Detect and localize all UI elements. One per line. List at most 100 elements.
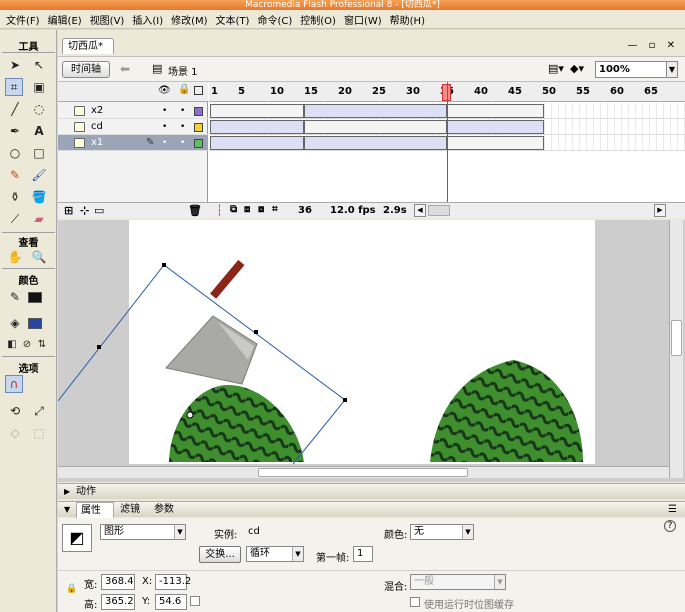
transform-handle[interactable]	[162, 263, 166, 267]
fill-color-icon[interactable]: ◈	[6, 314, 24, 332]
chevron-down-icon[interactable]: ▼	[462, 525, 473, 539]
menu-commands[interactable]: 命令(C)	[253, 12, 296, 27]
runtime-bitmap-checkbox[interactable]	[410, 597, 420, 607]
tween-span[interactable]	[447, 120, 544, 134]
scroll-right-icon[interactable]: ▶	[654, 204, 666, 217]
stage-hscroll[interactable]	[58, 466, 671, 478]
stage-artwork[interactable]	[58, 220, 685, 482]
height-input[interactable]: 365.2	[101, 594, 135, 610]
add-folder-icon[interactable]: ▭	[94, 204, 104, 217]
lock-dot[interactable]: •	[180, 135, 185, 151]
transform-handle[interactable]	[97, 345, 101, 349]
frame-rate[interactable]: 12.0 fps	[330, 205, 376, 216]
chevron-down-icon[interactable]: ▼	[174, 525, 185, 539]
tab-properties[interactable]: 属性	[76, 502, 114, 518]
tween-span[interactable]	[304, 136, 447, 150]
line-tool-icon[interactable]: ╱	[6, 100, 24, 118]
rectangle-tool-icon[interactable]: □	[30, 144, 48, 162]
menu-edit[interactable]: 编辑(E)	[44, 12, 86, 27]
timeline-toggle-button[interactable]: 时间轴	[62, 61, 110, 78]
free-transform-tool-icon[interactable]: ⌗	[5, 78, 23, 96]
frame-span[interactable]	[447, 104, 544, 118]
add-guide-layer-icon[interactable]: ⊹	[80, 204, 89, 217]
frame-span[interactable]	[447, 136, 544, 150]
stage-workspace[interactable]	[58, 220, 685, 482]
layer-color-swatch[interactable]	[194, 139, 203, 148]
menu-text[interactable]: 文本(T)	[212, 12, 254, 27]
fill-transform-tool-icon[interactable]: ▣	[30, 78, 48, 96]
pen-tool-icon[interactable]: ✒	[6, 122, 24, 140]
symbol-type-select[interactable]: 图形 ▼	[100, 524, 186, 540]
panel-menu-icon[interactable]: ☰	[668, 502, 677, 517]
tab-filters[interactable]: 滤镜	[120, 502, 140, 518]
frame-span[interactable]	[304, 120, 447, 134]
tween-span[interactable]	[210, 136, 304, 150]
onion-outline-icon[interactable]: ⧈	[244, 204, 250, 215]
actions-panel-header[interactable]: ▶ 动作	[58, 483, 685, 499]
eye-icon[interactable]: 👁	[158, 85, 171, 96]
transform-handle[interactable]	[254, 330, 258, 334]
chevron-down-icon[interactable]: ▼	[64, 502, 70, 517]
chevron-down-icon[interactable]: ▼	[666, 61, 678, 78]
help-icon[interactable]: ?	[664, 520, 676, 532]
menu-modify[interactable]: 修改(M)	[167, 12, 211, 27]
add-layer-icon[interactable]: ⊞	[64, 204, 73, 217]
menu-control[interactable]: 控制(O)	[296, 12, 340, 27]
oval-tool-icon[interactable]: ○	[6, 144, 24, 162]
lock-aspect-icon[interactable]: 🔒	[66, 584, 77, 594]
text-tool-icon[interactable]: A	[30, 122, 48, 140]
first-frame-input[interactable]: 1	[353, 546, 373, 562]
menu-window[interactable]: 窗口(W)	[340, 12, 386, 27]
stroke-color-swatch[interactable]	[28, 292, 42, 303]
subselection-tool-icon[interactable]: ↖	[30, 56, 48, 74]
edit-symbol-icon[interactable]: ◆▾	[570, 62, 584, 75]
loop-mode-select[interactable]: 循环 ▼	[246, 546, 304, 562]
onion-skin-icon[interactable]: ⧉	[230, 204, 237, 215]
lock-dot[interactable]: •	[180, 103, 185, 119]
tween-span[interactable]	[304, 104, 447, 118]
edit-multiple-icon[interactable]: ⧇	[258, 204, 264, 215]
hscroll-thumb[interactable]	[258, 468, 468, 477]
menu-file[interactable]: 文件(F)	[2, 12, 44, 27]
menu-view[interactable]: 视图(V)	[86, 12, 129, 27]
swap-colors-icon[interactable]: ⇅	[33, 335, 51, 353]
transform-handle[interactable]	[343, 398, 347, 402]
snap-magnet-icon[interactable]: ∩	[5, 375, 23, 393]
color-effect-select[interactable]: 无 ▼	[410, 524, 474, 540]
layer-row-cd[interactable]: cd • •	[58, 119, 208, 135]
ink-bottle-tool-icon[interactable]: ⚱	[6, 188, 24, 206]
layer-row-x1[interactable]: x1 ✎ • •	[58, 135, 208, 151]
onion-markers-icon[interactable]: ⌗	[272, 204, 278, 215]
menu-help[interactable]: 帮助(H)	[386, 12, 429, 27]
hand-tool-icon[interactable]: ✋	[6, 248, 24, 266]
delete-layer-icon[interactable]: 🗑	[188, 204, 202, 217]
selection-tool-icon[interactable]: ➤	[6, 56, 24, 74]
layer-color-swatch[interactable]	[194, 107, 203, 116]
y-input[interactable]: 54.6	[155, 594, 187, 610]
lock-dot[interactable]: •	[180, 119, 185, 135]
window-controls[interactable]: — ▫ ✕	[627, 40, 679, 51]
scale-icon[interactable]: ⤢	[30, 402, 48, 420]
scroll-left-icon[interactable]: ◀	[414, 204, 426, 217]
eraser-tool-icon[interactable]: ▰	[30, 210, 48, 228]
visibility-dot[interactable]: •	[162, 135, 167, 151]
rotate-skew-icon[interactable]: ⟲	[6, 402, 24, 420]
timeline-hscroll-thumb[interactable]	[428, 205, 450, 216]
lock-icon[interactable]: 🔒	[178, 84, 190, 95]
chevron-right-icon[interactable]: ▶	[64, 484, 70, 499]
tab-parameters[interactable]: 参数	[154, 502, 174, 518]
back-arrow-icon[interactable]: ⬅	[120, 62, 130, 76]
edit-scene-icon[interactable]: ▤▾	[548, 62, 564, 75]
swap-button[interactable]: 交换...	[199, 546, 241, 563]
frame-span[interactable]	[210, 104, 304, 118]
fill-color-swatch[interactable]	[28, 318, 42, 329]
frame-grid[interactable]: 1 5 10 15 20 25 30 35 40 45 50 55 60 65	[209, 82, 685, 218]
x-input[interactable]: -113.2	[155, 574, 191, 590]
width-input[interactable]: 368.4	[101, 574, 135, 590]
visibility-dot[interactable]: •	[162, 119, 167, 135]
tween-span[interactable]	[210, 120, 304, 134]
paint-bucket-tool-icon[interactable]: 🪣	[30, 188, 48, 206]
chevron-down-icon[interactable]: ▼	[292, 547, 303, 561]
layer-row-x2[interactable]: x2 • •	[58, 103, 208, 119]
document-tab[interactable]: 切西瓜*	[62, 38, 114, 54]
